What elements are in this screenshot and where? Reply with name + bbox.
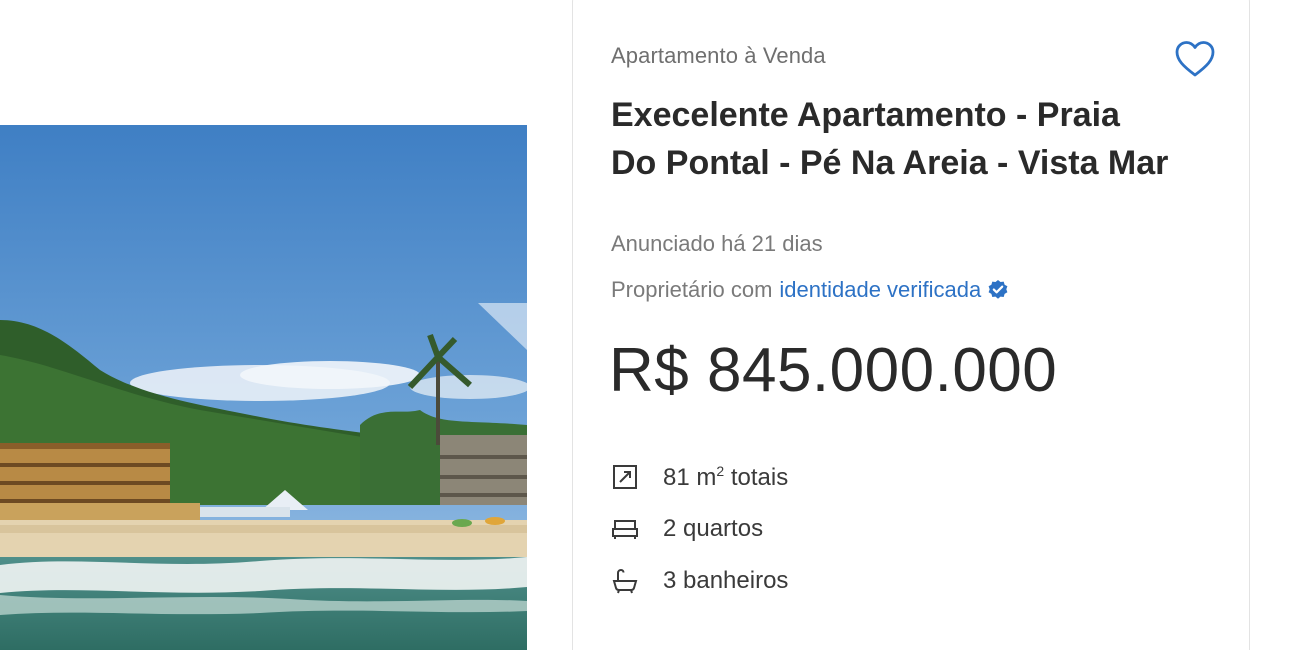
area-value: 81 m2 totais <box>663 462 789 491</box>
verified-badge-icon <box>987 279 1009 301</box>
bathrooms-value: 3 banheiros <box>663 567 789 594</box>
listing-title: Execelente Apartamento - Praia Do Pontal… <box>611 96 1169 182</box>
posted-date: Anunciado há 21 dias <box>611 231 823 256</box>
feature-bathrooms: 3 banheiros <box>611 555 788 607</box>
feature-bedrooms: 2 quartos <box>611 503 788 555</box>
expand-area-icon <box>611 463 639 491</box>
bathtub-icon <box>611 567 639 595</box>
listing-page: Apartamento à Venda Execelente Apartamen… <box>0 0 1297 650</box>
owner-verification: Proprietário com identidade verificada <box>611 277 1009 303</box>
verified-identity-link[interactable]: identidade verificada <box>779 277 981 303</box>
listing-card: Apartamento à Venda Execelente Apartamen… <box>572 0 1250 650</box>
heart-outline-icon[interactable] <box>1173 39 1217 79</box>
bedrooms-value: 2 quartos <box>663 515 764 542</box>
feature-area: 81 m2 totais <box>611 451 788 503</box>
listing-photo[interactable] <box>0 125 527 650</box>
bed-icon <box>611 515 639 543</box>
feature-list: 81 m2 totais 2 quartos 3 banheiros <box>611 451 788 607</box>
listing-category: Apartamento à Venda <box>611 43 826 68</box>
owner-label: Proprietário com <box>611 277 773 302</box>
listing-price: R$ 845.000.000 <box>609 336 1058 405</box>
